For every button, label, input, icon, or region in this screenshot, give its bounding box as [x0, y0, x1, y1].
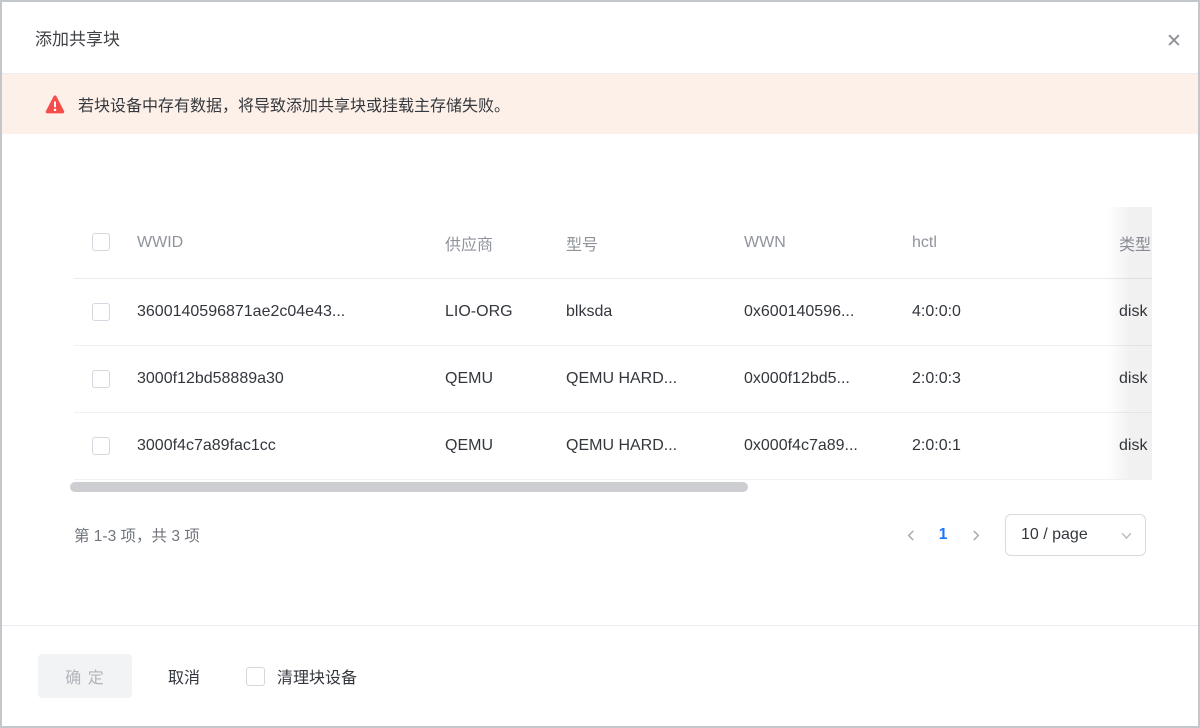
dialog-footer: 确 定 取消 清理块设备 [2, 625, 1198, 726]
column-header-type: 类型 [1119, 207, 1152, 279]
cell-model: QEMU HARD... [566, 346, 744, 413]
next-page-button[interactable] [959, 519, 991, 551]
table-row[interactable]: 3000f12bd58889a30 QEMU QEMU HARD... 0x00… [74, 346, 1152, 413]
column-header-wwid: WWID [137, 207, 445, 279]
cell-hctl: 4:0:0:0 [912, 279, 1119, 346]
cell-wwn: 0x000f4c7a89... [744, 413, 912, 480]
cell-model: QEMU HARD... [566, 413, 744, 480]
cell-hctl: 2:0:0:1 [912, 413, 1119, 480]
horizontal-scrollbar [70, 482, 1152, 492]
select-all-checkbox[interactable] [92, 233, 110, 251]
row-checkbox[interactable] [92, 437, 110, 455]
add-shared-block-dialog: 添加共享块 ✕ 若块设备中存有数据，将导致添加共享块或挂载主存储失败。 WWID… [0, 0, 1200, 728]
ok-button[interactable]: 确 定 [38, 654, 132, 698]
cell-model: blksda [566, 279, 744, 346]
close-icon[interactable]: ✕ [1161, 28, 1187, 54]
warning-triangle-icon [45, 95, 65, 114]
table-row[interactable]: 3600140596871ae2c04e43... LIO-ORG blksda… [74, 279, 1152, 346]
column-header-hctl: hctl [912, 207, 1119, 279]
column-header-wwn: WWN [744, 207, 912, 279]
chevron-left-icon [905, 529, 918, 542]
cell-wwn: 0x000f12bd5... [744, 346, 912, 413]
pager: 1 10 / page [895, 514, 1146, 556]
cancel-button[interactable]: 取消 [168, 664, 200, 688]
chevron-down-icon [1120, 529, 1133, 542]
cell-vendor: LIO-ORG [445, 279, 566, 346]
cell-wwid: 3600140596871ae2c04e43... [137, 279, 445, 346]
dialog-header: 添加共享块 [2, 2, 1198, 74]
pagination: 第 1-3 项，共 3 项 1 10 / page [74, 514, 1146, 556]
current-page[interactable]: 1 [927, 519, 959, 551]
cleanup-label: 清理块设备 [277, 664, 357, 688]
page-size-select[interactable]: 10 / page [1005, 514, 1146, 556]
cell-type: disk [1119, 279, 1152, 346]
cell-wwid: 3000f4c7a89fac1cc [137, 413, 445, 480]
column-header-model: 型号 [566, 207, 744, 279]
chevron-right-icon [969, 529, 982, 542]
scrollbar-thumb[interactable] [70, 482, 748, 492]
prev-page-button[interactable] [895, 519, 927, 551]
cell-vendor: QEMU [445, 346, 566, 413]
cell-type: disk [1119, 413, 1152, 480]
warning-text: 若块设备中存有数据，将导致添加共享块或挂载主存储失败。 [78, 92, 510, 116]
column-header-vendor: 供应商 [445, 207, 566, 279]
row-checkbox[interactable] [92, 303, 110, 321]
cleanup-option: 清理块设备 [246, 664, 357, 688]
cell-type: disk [1119, 346, 1152, 413]
cell-wwid: 3000f12bd58889a30 [137, 346, 445, 413]
cleanup-checkbox[interactable] [246, 667, 265, 686]
warning-alert: 若块设备中存有数据，将导致添加共享块或挂载主存储失败。 [2, 74, 1198, 134]
table-header-row: WWID 供应商 型号 WWN hctl 类型 [74, 207, 1152, 279]
row-checkbox[interactable] [92, 370, 110, 388]
device-table: WWID 供应商 型号 WWN hctl 类型 3600140596871ae2… [74, 207, 1152, 480]
dialog-title: 添加共享块 [35, 25, 120, 50]
cell-hctl: 2:0:0:3 [912, 346, 1119, 413]
page-size-value: 10 / page [1021, 526, 1088, 544]
cell-wwn: 0x600140596... [744, 279, 912, 346]
table-row[interactable]: 3000f4c7a89fac1cc QEMU QEMU HARD... 0x00… [74, 413, 1152, 480]
pagination-total: 第 1-3 项，共 3 项 [74, 524, 200, 546]
cell-vendor: QEMU [445, 413, 566, 480]
